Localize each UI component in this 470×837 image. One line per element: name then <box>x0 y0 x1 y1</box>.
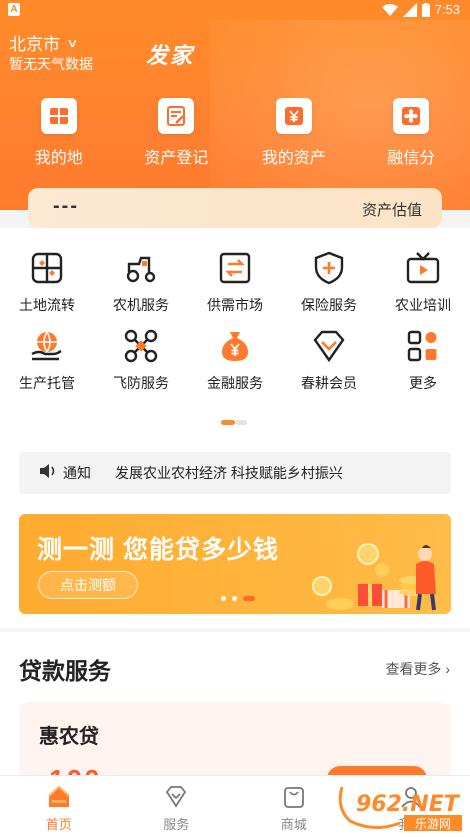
banner-headline: 测一测 您能贷多少钱 <box>37 536 279 564</box>
page-dot <box>235 420 247 425</box>
service-production-hosting[interactable]: 生产托管 <box>0 328 94 406</box>
top-nav-label: 我的地 <box>34 150 83 167</box>
shield-icon <box>314 251 344 285</box>
money-bag-icon <box>222 332 248 361</box>
grid-more-icon <box>407 330 437 362</box>
tractor-icon <box>126 256 156 283</box>
speaker-icon <box>39 463 57 483</box>
drone-icon <box>124 329 158 363</box>
tab-service[interactable]: 服务 <box>118 776 236 837</box>
weather-text: 暂无天气数据 <box>9 56 93 72</box>
service-label: 农业培训 <box>395 297 451 313</box>
loan-section-title: 贷款服务 <box>19 658 111 684</box>
top-nav-label: 我的资产 <box>261 150 326 167</box>
service-label: 保险服务 <box>301 297 357 313</box>
exchange-icon <box>219 252 251 284</box>
view-more-label: 查看更多 <box>385 661 442 677</box>
land-icon <box>40 98 77 134</box>
page-dot-active <box>221 420 235 425</box>
service-label: 春耕会员 <box>301 375 357 391</box>
loan-estimate-banner[interactable]: 测一测 您能贷多少钱 点击测额 <box>19 514 451 614</box>
grid-page-indicator <box>221 420 247 425</box>
app-notification-icon: A <box>8 3 20 16</box>
register-icon <box>158 98 195 134</box>
service-land-transfer[interactable]: 土地流转 <box>0 250 94 328</box>
site-watermark: 962.NET 乐游网 <box>338 786 462 831</box>
loan-product-card[interactable]: 惠农贷 100 <box>19 702 451 782</box>
service-label: 生产托管 <box>19 375 75 391</box>
home-icon <box>48 785 70 807</box>
service-finance[interactable]: 金融服务 <box>188 328 282 406</box>
service-label: 金融服务 <box>207 375 263 391</box>
tab-label: 商城 <box>280 817 307 832</box>
hero-header: 北京市 ∨ 暂无天气数据 发家 我的地 资产登记 我的资产 融信分 <box>0 20 470 210</box>
service-label: 农机服务 <box>113 297 169 313</box>
loan-services-section: 贷款服务 查看更多 › 惠农贷 100 <box>0 632 470 782</box>
shop-icon <box>283 787 304 808</box>
valuation-value: --- <box>53 195 79 217</box>
banner-indicator <box>221 596 255 601</box>
city-selector[interactable]: 北京市 ∨ <box>9 30 79 55</box>
service-more[interactable]: 更多 <box>376 328 470 406</box>
watermark-brand: 962.NET <box>356 792 461 817</box>
banner-illustration <box>312 543 436 611</box>
notice-tag: 通知 <box>63 465 91 481</box>
flower-icon <box>393 98 430 134</box>
service-label: 飞防服务 <box>113 375 169 391</box>
notice-text: 发展农业农村经济 科技赋能乡村振兴 <box>115 465 343 481</box>
service-insurance[interactable]: 保险服务 <box>282 250 376 328</box>
service-machinery[interactable]: 农机服务 <box>94 250 188 328</box>
chevron-down-icon: ∨ <box>66 35 79 50</box>
service-label: 土地流转 <box>19 297 75 313</box>
status-time: 7:53 <box>434 2 460 17</box>
view-more-link[interactable]: 查看更多 › <box>385 659 450 679</box>
top-nav: 我的地 资产登记 我的资产 融信分 <box>0 98 470 168</box>
service-membership[interactable]: 春耕会员 <box>282 328 376 406</box>
brand-logo: 发家 <box>146 43 195 69</box>
top-nav-my-land[interactable]: 我的地 <box>0 98 118 168</box>
top-nav-asset-register[interactable]: 资产登记 <box>118 98 236 168</box>
service-training[interactable]: 农业培训 <box>376 250 470 328</box>
tab-label: 首页 <box>45 817 72 832</box>
tab-label: 服务 <box>163 817 190 832</box>
hand-globe-icon <box>31 331 62 361</box>
service-label: 供需市场 <box>207 297 263 313</box>
tab-home[interactable]: 首页 <box>0 776 118 837</box>
status-bar: A 7:53 <box>0 0 470 20</box>
chevron-right-icon: › <box>445 661 450 677</box>
banner-dot <box>221 596 226 601</box>
banner-cta-button[interactable]: 点击测额 <box>38 571 138 599</box>
battery-icon <box>421 2 430 17</box>
top-nav-my-assets[interactable]: 我的资产 <box>235 98 353 168</box>
yen-icon <box>275 98 312 134</box>
notice-bar[interactable]: 通知 发展农业农村经济 科技赋能乡村振兴 <box>19 452 451 494</box>
banner-dot <box>232 596 237 601</box>
tv-icon <box>406 252 440 284</box>
top-nav-label: 融信分 <box>387 150 436 167</box>
land-transfer-icon <box>31 252 63 284</box>
valuation-label: 资产估值 <box>361 202 422 219</box>
city-name: 北京市 <box>9 35 60 54</box>
diamond-icon <box>313 330 345 363</box>
service-market[interactable]: 供需市场 <box>188 250 282 328</box>
wifi-icon <box>381 3 398 16</box>
service-grid: 土地流转 农机服务 供需市场 保险服务 农业培训 生产托管 飞防服务 金融服务 <box>0 250 470 406</box>
service-drone[interactable]: 飞防服务 <box>94 328 188 406</box>
top-nav-credit-score[interactable]: 融信分 <box>353 98 470 168</box>
banner-dot-active <box>243 596 255 601</box>
top-nav-label: 资产登记 <box>144 150 209 167</box>
asset-valuation-card[interactable]: --- 资产估值 <box>28 188 442 228</box>
loan-product-name: 惠农贷 <box>39 726 99 748</box>
service-label: 更多 <box>409 375 437 391</box>
service-icon <box>166 786 187 808</box>
watermark-caption: 乐游网 <box>415 817 451 831</box>
signal-icon <box>402 2 417 17</box>
status-right: 7:53 <box>381 2 460 17</box>
